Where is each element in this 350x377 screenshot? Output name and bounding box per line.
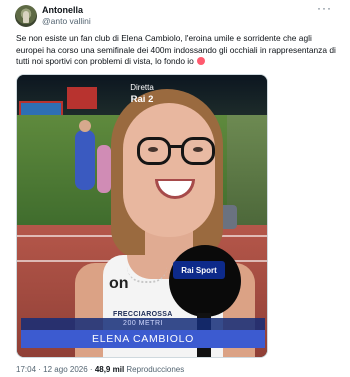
tweet-meta: 17:04 · 12 ago 2026 · 48,9 mil Reproducc… — [16, 365, 184, 374]
view-label: Reproducciones — [126, 365, 185, 374]
tweet-date[interactable]: 12 ago 2026 — [43, 365, 88, 374]
view-count: 48,9 mil — [94, 365, 125, 374]
tweet-text: Se non esiste un fan club di Elena Cambi… — [16, 33, 338, 68]
background-athlete — [97, 145, 111, 193]
athlete-name-label: ELENA CAMBIOLO — [21, 330, 265, 348]
more-dots-icon[interactable]: ··· — [317, 2, 332, 14]
tweet-time[interactable]: 17:04 — [16, 365, 36, 374]
tweet-card: Antonella @anto vallini ··· Se non esist… — [0, 0, 350, 377]
lower-third: 200 METRI ELENA CAMBIOLO — [21, 318, 265, 348]
background-athlete — [75, 120, 95, 190]
microphone-icon — [169, 245, 241, 317]
athlete-head — [79, 120, 91, 132]
live-label: Diretta — [130, 83, 154, 92]
separator: · — [89, 365, 93, 374]
channel-label: Rai 2 — [130, 94, 154, 105]
avatar[interactable] — [15, 5, 37, 27]
event-label: 200 METRI — [21, 318, 265, 330]
glasses-bridge — [169, 145, 183, 148]
heart-eyes-emoji-icon — [197, 57, 206, 66]
author-handle[interactable]: @anto vallini — [42, 16, 91, 26]
shirt-logo: on — [109, 275, 129, 292]
shirt-sponsor: FRECCIAROSSA — [113, 311, 173, 318]
mic-brand: Rai Sport — [173, 261, 225, 279]
avatar-figure — [23, 11, 29, 23]
author-name[interactable]: Antonella — [42, 5, 83, 15]
glasses-lens — [181, 137, 215, 165]
tweet-media-image[interactable]: on FRECCIAROSSA Rai Sport Diretta Rai 2 … — [16, 74, 268, 358]
glasses-icon — [137, 137, 171, 165]
athlete-face — [123, 103, 215, 237]
tweet-body: Se non esiste un fan club di Elena Cambi… — [16, 33, 336, 67]
separator: · — [38, 365, 41, 374]
